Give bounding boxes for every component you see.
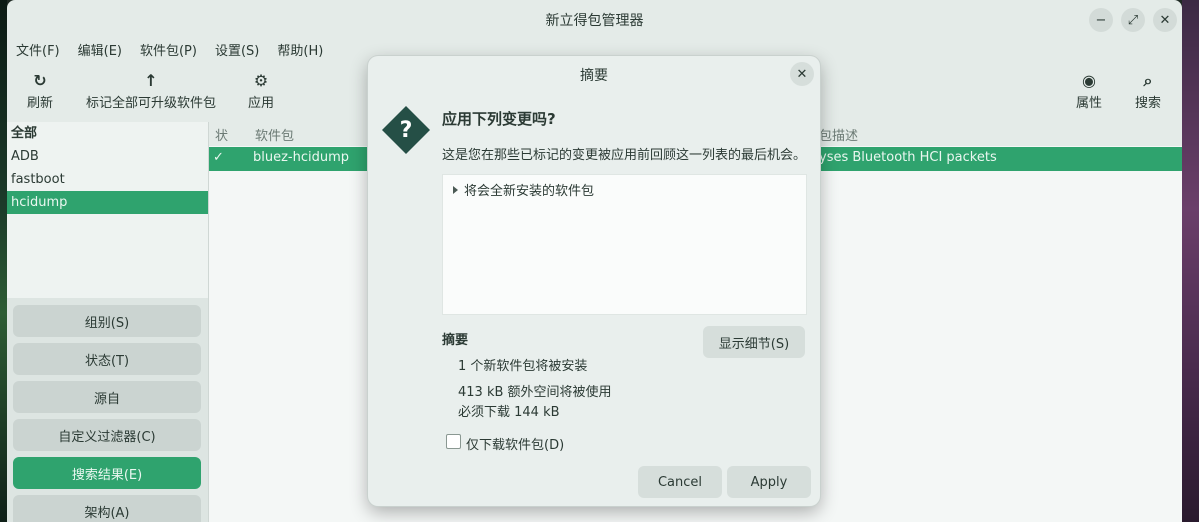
summary-line-install: 1 个新软件包将被安装 [458,359,588,374]
svg-text:?: ? [400,118,413,143]
dialog-layer: 摘要 ✕ ? 应用下列变更吗? 这是您在那些已标记的变更被应用前回顾这一列表的最… [0,0,1199,522]
download-only-label[interactable]: 仅下载软件包(D) [466,434,564,453]
dialog-title: 摘要 [580,68,608,84]
list-item[interactable]: 将会全新安装的软件包 [453,180,594,199]
download-only-checkbox[interactable] [446,434,461,449]
summary-dialog: 摘要 ✕ ? 应用下列变更吗? 这是您在那些已标记的变更被应用前回顾这一列表的最… [368,56,820,506]
cancel-button[interactable]: Cancel [638,466,722,498]
summary-line-download: 必须下载 144 kB [458,405,560,420]
dialog-heading: 应用下列变更吗? [442,110,556,128]
changes-list[interactable]: 将会全新安装的软件包 [442,174,807,315]
show-details-button[interactable]: 显示细节(S) [703,326,805,358]
question-icon: ? [382,106,430,154]
tree-item-label: 将会全新安装的软件包 [464,184,595,199]
summary-line-space: 413 kB 额外空间将被使用 [458,385,612,400]
apply-button[interactable]: Apply [727,466,811,498]
expander-icon[interactable] [453,185,458,194]
dialog-close-button[interactable]: ✕ [790,62,814,86]
dialog-subtext: 这是您在那些已标记的变更被应用前回顾这一列表的最后机会。 [442,148,807,163]
summary-heading: 摘要 [442,333,469,348]
close-icon: ✕ [796,66,808,82]
